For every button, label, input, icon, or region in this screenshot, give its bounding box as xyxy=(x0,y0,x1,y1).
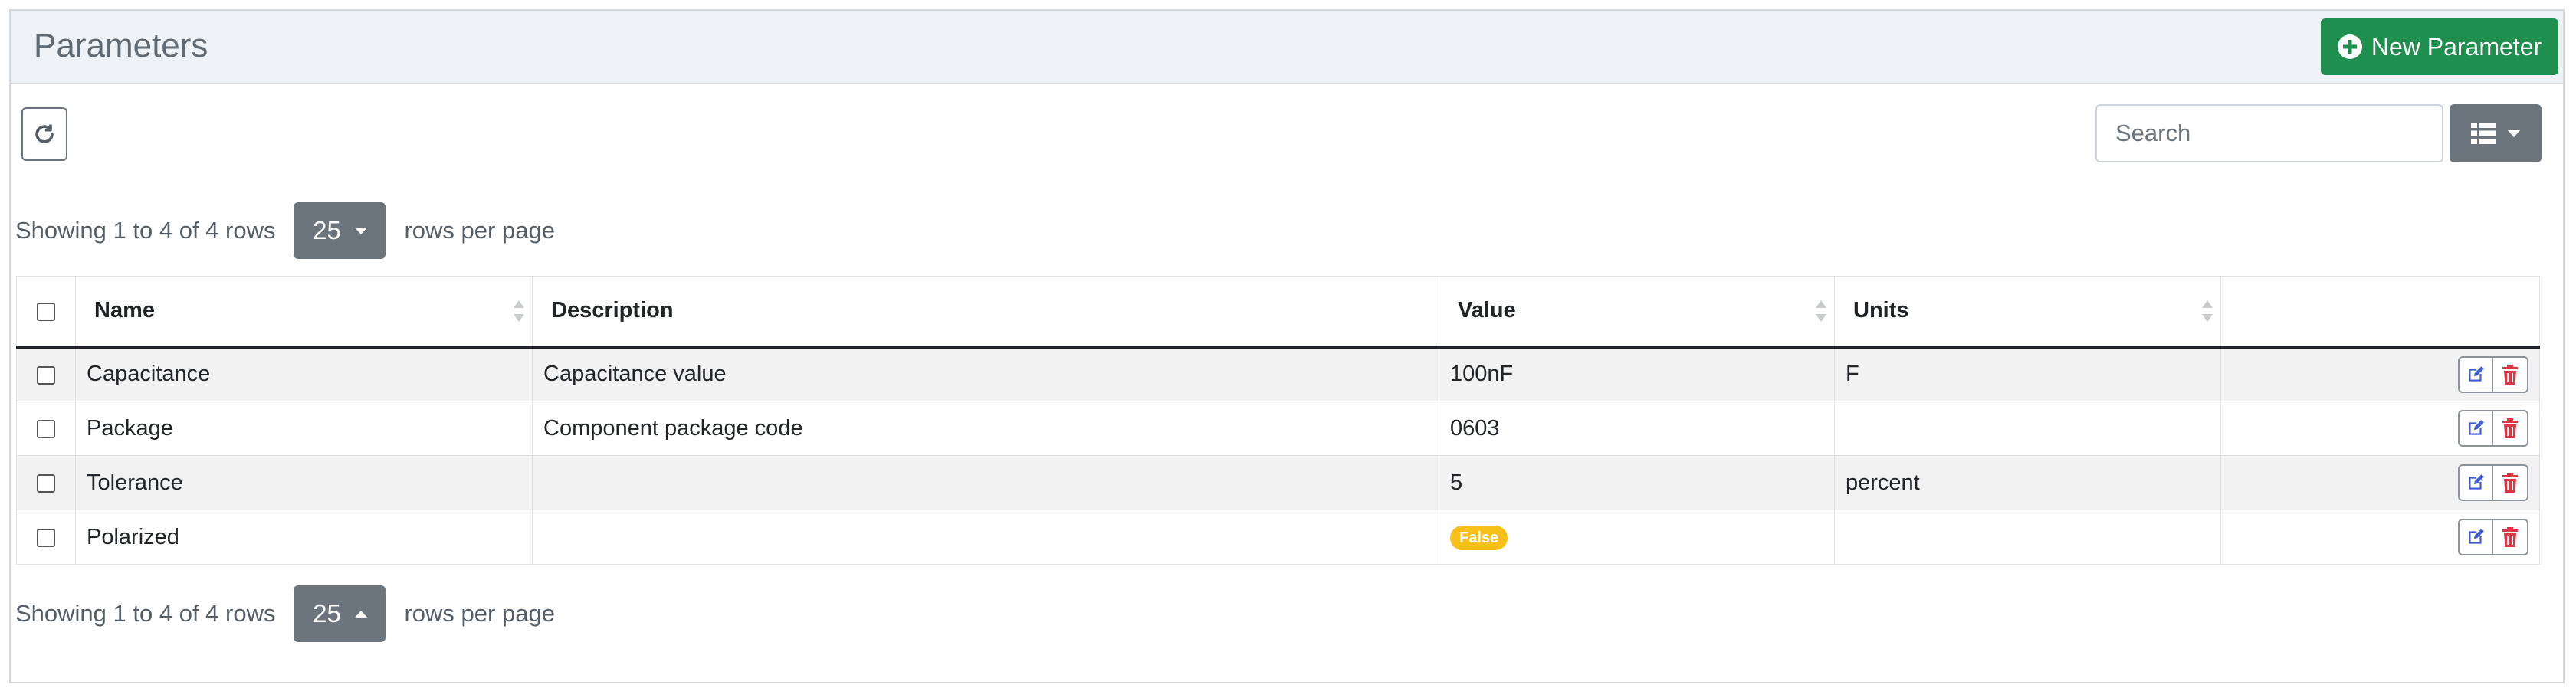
new-parameter-label: New Parameter xyxy=(2371,32,2542,61)
row-checkbox[interactable] xyxy=(37,365,55,385)
pagination-summary: Showing 1 to 4 of 4 rows xyxy=(15,600,276,627)
cell-units xyxy=(1834,510,2221,565)
sort-icon xyxy=(514,300,524,322)
row-checkbox[interactable] xyxy=(37,474,55,493)
edit-icon xyxy=(2469,365,2484,382)
panel-header: Parameters New Parameter xyxy=(11,11,2563,84)
page-size-dropdown[interactable]: 25 xyxy=(294,202,386,259)
pagination-summary: Showing 1 to 4 of 4 rows xyxy=(15,217,276,244)
cell-description: Capacitance value xyxy=(532,346,1439,401)
cell-name: Capacitance xyxy=(75,346,533,401)
row-checkbox[interactable] xyxy=(37,528,55,547)
column-header-label: Value xyxy=(1458,298,1516,323)
cell-actions xyxy=(2220,401,2540,456)
new-parameter-button[interactable]: New Parameter xyxy=(2321,18,2558,75)
edit-icon xyxy=(2469,474,2484,490)
cell-units xyxy=(1834,401,2221,456)
row-select-cell xyxy=(16,510,76,565)
status-badge: False xyxy=(1450,525,1508,550)
row-checkbox[interactable] xyxy=(37,419,55,438)
page-size-dropdown[interactable]: 25 xyxy=(294,585,386,642)
edit-icon xyxy=(2469,420,2484,435)
row-select-cell xyxy=(16,455,76,510)
plus-circle-icon xyxy=(2337,34,2362,59)
select-all-cell xyxy=(16,276,76,349)
cell-name: Tolerance xyxy=(75,455,533,510)
chevron-down-icon xyxy=(354,227,367,234)
sort-icon xyxy=(2202,300,2213,322)
table-row[interactable]: Polarized False xyxy=(16,510,2540,565)
rows-per-page-label: rows per page xyxy=(404,600,555,627)
row-select-cell xyxy=(16,401,76,456)
delete-button[interactable] xyxy=(2493,464,2528,501)
trash-icon xyxy=(2502,473,2518,493)
trash-icon xyxy=(2502,364,2518,385)
refresh-button[interactable] xyxy=(21,107,67,161)
cell-actions xyxy=(2220,510,2540,565)
cell-value: 0603 xyxy=(1439,401,1835,456)
column-header-units[interactable]: Units xyxy=(1834,276,2221,349)
table-row[interactable]: Capacitance Capacitance value 100nF F xyxy=(16,346,2540,401)
cell-name: Package xyxy=(75,401,533,456)
cell-value: False xyxy=(1439,510,1835,565)
chevron-down-icon xyxy=(2508,129,2520,137)
edit-button[interactable] xyxy=(2458,519,2493,555)
table-row[interactable]: Package Component package code 0603 xyxy=(16,401,2540,456)
parameters-table: Name Description Value Units Capacitance… xyxy=(16,276,2540,565)
list-view-icon xyxy=(2471,123,2496,144)
row-select-cell xyxy=(16,346,76,401)
cell-description: Component package code xyxy=(532,401,1439,456)
column-header-description[interactable]: Description xyxy=(532,276,1439,349)
column-header-value[interactable]: Value xyxy=(1439,276,1835,349)
delete-button[interactable] xyxy=(2493,519,2528,555)
cell-units: F xyxy=(1834,346,2221,401)
cell-value: 5 xyxy=(1439,455,1835,510)
cell-actions xyxy=(2220,455,2540,510)
cell-value: 100nF xyxy=(1439,346,1835,401)
table-header-row: Name Description Value Units xyxy=(16,276,2540,349)
trash-icon xyxy=(2502,527,2518,547)
delete-button[interactable] xyxy=(2493,410,2528,447)
search-input[interactable] xyxy=(2095,104,2443,162)
delete-button[interactable] xyxy=(2493,356,2528,393)
pagination-bottom: Showing 1 to 4 of 4 rows 25 rows per pag… xyxy=(15,585,555,642)
cell-actions xyxy=(2220,346,2540,401)
cell-units: percent xyxy=(1834,455,2221,510)
refresh-icon xyxy=(35,124,54,143)
edit-button[interactable] xyxy=(2458,410,2493,447)
cell-name: Polarized xyxy=(75,510,533,565)
table-row[interactable]: Tolerance 5 percent xyxy=(16,455,2540,510)
pagination-top: Showing 1 to 4 of 4 rows 25 rows per pag… xyxy=(15,202,555,259)
column-header-actions xyxy=(2220,276,2540,349)
page-size-value: 25 xyxy=(313,599,341,628)
trash-icon xyxy=(2502,418,2518,438)
edit-icon xyxy=(2469,529,2484,544)
cell-description xyxy=(532,455,1439,510)
chevron-up-icon xyxy=(354,610,367,618)
column-header-label: Units xyxy=(1853,298,1909,323)
cell-description xyxy=(532,510,1439,565)
sort-icon xyxy=(1816,300,1826,322)
page-size-value: 25 xyxy=(313,216,341,244)
edit-button[interactable] xyxy=(2458,356,2493,393)
rows-per-page-label: rows per page xyxy=(404,217,555,244)
view-toggle-button[interactable] xyxy=(2450,104,2542,162)
page-title: Parameters xyxy=(34,27,208,64)
column-header-name[interactable]: Name xyxy=(75,276,533,349)
edit-button[interactable] xyxy=(2458,464,2493,501)
select-all-checkbox[interactable] xyxy=(37,302,55,321)
column-header-label: Name xyxy=(94,298,155,323)
column-header-label: Description xyxy=(551,298,674,323)
